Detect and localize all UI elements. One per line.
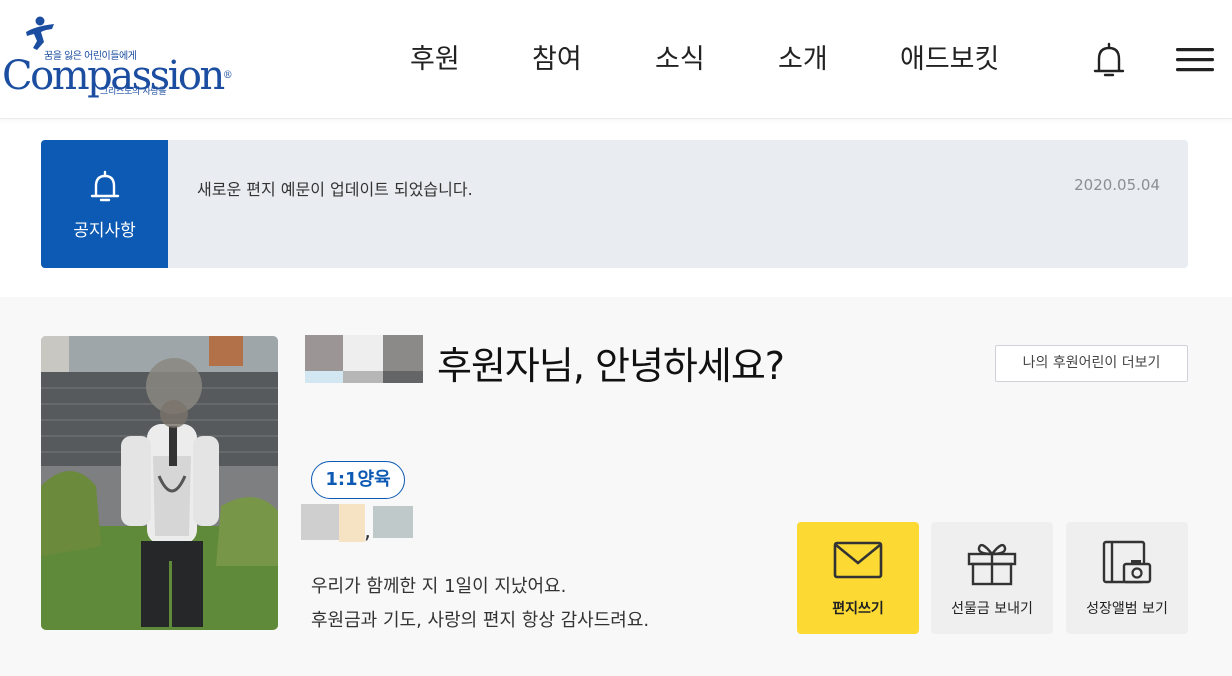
album-camera-icon xyxy=(1102,540,1152,584)
greeting-title: 후원자님, 안녕하세요? xyxy=(437,344,785,388)
site-header: 꿈을 잃은 어린이들에게 Compassion® 그리스도의 사랑을 후원 참여… xyxy=(0,0,1232,119)
sponsor-message-line1: 우리가 함께한 지 1일이 지났어요. xyxy=(311,576,567,597)
notice-text-link[interactable]: 새로운 편지 예문이 업데이트 되었습니다. xyxy=(197,176,473,200)
gift-icon xyxy=(967,543,1017,586)
child-photo-image xyxy=(41,336,278,630)
sponsor-message-line2: 후원금과 기도, 사랑의 편지 항상 감사드려요. xyxy=(311,610,650,631)
send-gift-label: 선물금 보내기 xyxy=(951,601,1033,617)
child-photo xyxy=(41,336,278,630)
send-gift-button[interactable]: 선물금 보내기 xyxy=(931,522,1053,634)
sponsorship-type-badge: 1:1양육 xyxy=(311,461,405,499)
notice-label: 공지사항 xyxy=(73,221,136,241)
more-children-button[interactable]: 나의 후원어린이 더보기 xyxy=(995,345,1188,382)
child-name-redacted xyxy=(301,504,415,542)
growth-album-label: 성장앨범 보기 xyxy=(1086,601,1168,617)
nav-item-advocate[interactable]: 애드보킷 xyxy=(900,40,999,80)
hamburger-menu-icon[interactable] xyxy=(1175,44,1215,76)
bell-icon[interactable] xyxy=(1092,40,1126,80)
logo-subline: 그리스도의 사랑을 xyxy=(100,87,167,97)
sponsor-card: 후원자님, 안녕하세요? 나의 후원어린이 더보기 1:1양육 , 우리가 함께… xyxy=(0,297,1232,676)
nav-item-about[interactable]: 소개 xyxy=(778,40,828,80)
nav-item-news[interactable]: 소식 xyxy=(655,40,705,80)
notice-label-box[interactable]: 공지사항 xyxy=(41,140,168,268)
write-letter-label: 편지쓰기 xyxy=(832,601,884,617)
envelope-icon xyxy=(833,541,883,579)
growth-album-button[interactable]: 성장앨범 보기 xyxy=(1066,522,1188,634)
bell-icon xyxy=(90,170,120,202)
nav-item-sponsor[interactable]: 후원 xyxy=(410,40,460,80)
write-letter-button[interactable]: 편지쓰기 xyxy=(797,522,919,634)
notice-banner: 공지사항 새로운 편지 예문이 업데이트 되었습니다. 2020.05.04 xyxy=(41,140,1188,268)
name-separator: , xyxy=(364,519,371,544)
notice-date: 2020.05.04 xyxy=(1074,176,1160,194)
sponsor-name-redacted xyxy=(305,335,425,385)
nav-item-participate[interactable]: 참여 xyxy=(532,40,582,80)
compassion-logo[interactable]: 꿈을 잃은 어린이들에게 Compassion® 그리스도의 사랑을 xyxy=(0,16,233,100)
